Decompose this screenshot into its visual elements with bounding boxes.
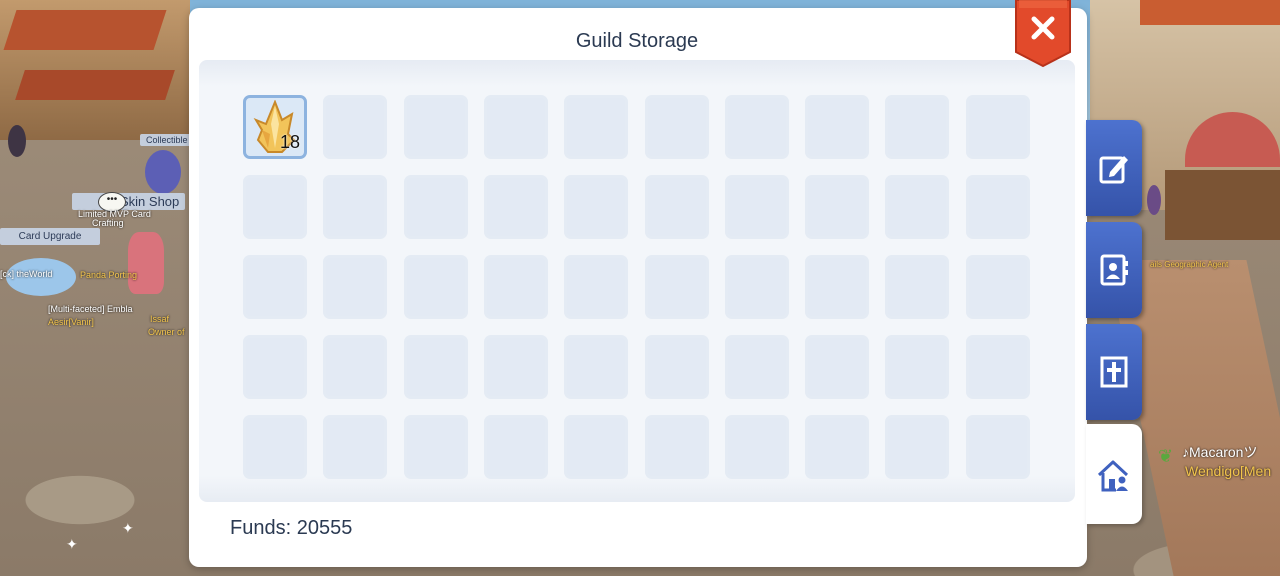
storage-slot[interactable]: [484, 175, 548, 239]
storage-slot[interactable]: [805, 175, 869, 239]
storage-slot[interactable]: [243, 255, 307, 319]
storage-slot[interactable]: [484, 415, 548, 479]
storage-slot[interactable]: [885, 415, 949, 479]
tab-guild-storage[interactable]: [1086, 424, 1142, 524]
storage-slot[interactable]: [805, 95, 869, 159]
storage-slot[interactable]: [885, 95, 949, 159]
roof: [1140, 0, 1280, 25]
guild-house-icon: [1097, 460, 1129, 492]
storage-slot-item[interactable]: 18: [243, 95, 307, 159]
storage-slot[interactable]: [323, 335, 387, 399]
storage-grid: 18: [243, 95, 1043, 485]
storage-slot[interactable]: [564, 335, 628, 399]
storage-slot[interactable]: [645, 415, 709, 479]
storage-slot[interactable]: [564, 415, 628, 479]
storage-slot[interactable]: [805, 335, 869, 399]
storage-slot[interactable]: [805, 255, 869, 319]
storage-slot[interactable]: [404, 415, 468, 479]
storage-slot[interactable]: [885, 255, 949, 319]
storage-slot[interactable]: [484, 335, 548, 399]
storage-slot[interactable]: [243, 415, 307, 479]
npc-dark-character[interactable]: [8, 125, 26, 157]
npc-label-agent: ails Geographic Agent: [1150, 260, 1229, 269]
storage-slot[interactable]: [966, 175, 1030, 239]
storage-slot[interactable]: [725, 95, 789, 159]
close-button[interactable]: [1015, 0, 1071, 68]
storage-slot[interactable]: [404, 95, 468, 159]
sparkle-icon: ✦: [66, 536, 78, 552]
npc-pink-character[interactable]: [128, 232, 164, 294]
roof: [15, 70, 175, 100]
npc-merchant[interactable]: [1147, 185, 1161, 215]
player-label-issaf: Issaf: [150, 314, 170, 324]
storage-slot[interactable]: [725, 175, 789, 239]
storage-slot[interactable]: [323, 95, 387, 159]
storage-slot[interactable]: [645, 175, 709, 239]
storage-slot[interactable]: [323, 255, 387, 319]
storage-slot[interactable]: [564, 175, 628, 239]
storage-slot[interactable]: [966, 95, 1030, 159]
guild-emblem-icon: [1100, 356, 1128, 388]
storage-slot[interactable]: [885, 335, 949, 399]
market-stall: [1165, 170, 1280, 240]
storage-slot[interactable]: [243, 335, 307, 399]
funds-label: Funds: 20555: [230, 517, 353, 539]
tab-guild-emblem[interactable]: [1086, 324, 1142, 420]
storage-slot[interactable]: [725, 335, 789, 399]
storage-slot[interactable]: [564, 95, 628, 159]
player-label-aesir: Aesir[Vanir]: [48, 317, 94, 327]
npc-label-skin-shop[interactable]: Skin Shop: [72, 193, 186, 210]
storage-slot[interactable]: [885, 175, 949, 239]
close-icon: [1015, 0, 1071, 68]
roof: [3, 10, 167, 50]
storage-slot[interactable]: [243, 175, 307, 239]
item-quantity: 18: [279, 132, 300, 152]
npc-label-card-upgrade[interactable]: Card Upgrade: [0, 228, 100, 245]
tab-contacts[interactable]: [1086, 222, 1142, 318]
storage-slot[interactable]: [323, 175, 387, 239]
contacts-icon: [1100, 254, 1128, 286]
player-label-wendigo[interactable]: Wendigo[Men: [1185, 463, 1271, 479]
storage-slot[interactable]: [725, 255, 789, 319]
storage-slot[interactable]: [805, 415, 869, 479]
storage-slot[interactable]: [323, 415, 387, 479]
storage-slot[interactable]: [725, 415, 789, 479]
player-label-world: [ck] theWorld: [0, 269, 53, 279]
storage-slot[interactable]: [484, 95, 548, 159]
storage-slot[interactable]: [966, 255, 1030, 319]
npc-label-crafting: Crafting: [92, 218, 124, 228]
storage-slot[interactable]: [645, 95, 709, 159]
player-label-owner: Owner of: [148, 327, 185, 337]
left-building: [0, 0, 190, 140]
storage-slot[interactable]: [645, 335, 709, 399]
leaf-icon: ❦: [1158, 446, 1174, 466]
sparkle-icon: ✦: [122, 520, 134, 536]
player-label-embla: [Multi-faceted] Embla: [48, 304, 133, 314]
tab-edit[interactable]: [1086, 120, 1142, 216]
storage-slot[interactable]: [966, 335, 1030, 399]
panel-title: Guild Storage: [575, 30, 699, 52]
storage-slot[interactable]: [966, 415, 1030, 479]
npc-label-panda: Panda Porting: [80, 270, 138, 280]
storage-slot[interactable]: [404, 175, 468, 239]
storage-slot[interactable]: [404, 255, 468, 319]
player-label-macaron[interactable]: ♪Macaronツ: [1182, 442, 1257, 462]
npc-purple-character[interactable]: [145, 150, 181, 194]
storage-slot[interactable]: [564, 255, 628, 319]
storage-slot[interactable]: [645, 255, 709, 319]
storage-slot[interactable]: [404, 335, 468, 399]
edit-icon: [1099, 156, 1128, 184]
storage-slot[interactable]: [484, 255, 548, 319]
guild-storage-panel: Guild Storage 18 Funds: 20555: [189, 8, 1087, 567]
